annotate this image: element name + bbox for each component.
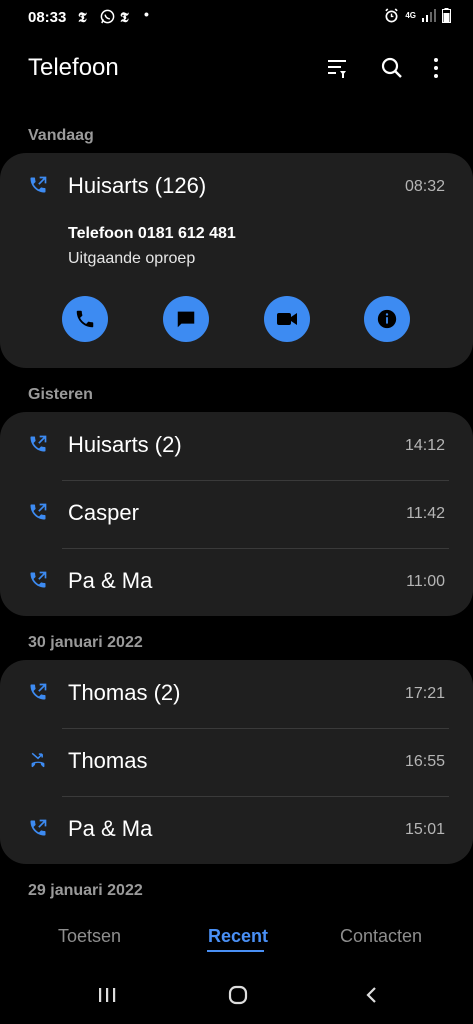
section-header-today: Vandaag xyxy=(28,127,94,144)
app-bar: Telefoon xyxy=(0,40,473,96)
call-time: 17:21 xyxy=(404,685,445,702)
section-header-jan29: 29 januari 2022 xyxy=(28,882,143,899)
call-group-card: Thomas (2) 17:21 Thomas 16:55 Pa & Ma 15… xyxy=(0,660,473,864)
tab-keypad[interactable]: Toetsen xyxy=(58,926,121,947)
contact-info-button[interactable] xyxy=(364,296,410,342)
call-time: 16:55 xyxy=(404,753,445,770)
contact-name: Huisarts (2) xyxy=(68,432,182,457)
system-navigation-bar xyxy=(0,970,473,1024)
outgoing-call-icon xyxy=(30,435,47,452)
section-header-jan30: 30 januari 2022 xyxy=(28,634,143,651)
filter-icon[interactable] xyxy=(325,56,349,80)
call-row[interactable]: Huisarts (126) 08:32 xyxy=(0,153,473,221)
contact-name: Casper xyxy=(68,500,139,525)
expanded-call-card[interactable]: Huisarts (126) 08:32 Telefoon 0181 612 4… xyxy=(0,153,473,368)
outgoing-call-icon xyxy=(30,683,47,700)
outgoing-call-icon xyxy=(30,503,47,520)
network-type-label: 4G xyxy=(405,10,416,20)
recent-apps-icon[interactable] xyxy=(97,985,117,1010)
alarm-icon xyxy=(385,8,399,23)
contact-name: Thomas xyxy=(68,748,148,773)
missed-call-icon xyxy=(31,752,45,768)
call-time: 15:01 xyxy=(404,821,445,838)
call-time: 08:32 xyxy=(404,178,445,195)
call-row[interactable]: Pa & Ma 11:00 xyxy=(0,548,473,616)
signal-icon xyxy=(422,9,436,22)
newspaper-app-icon-2: 𝕿 xyxy=(120,9,129,25)
status-bar: 08:33 𝕿 𝕿 • 4G xyxy=(0,0,473,36)
more-notifications-dot: • xyxy=(144,6,149,22)
outgoing-call-icon xyxy=(30,571,47,588)
call-row[interactable]: Casper 11:42 xyxy=(0,480,473,548)
status-time: 08:33 xyxy=(28,9,67,26)
call-time: 11:00 xyxy=(406,573,445,590)
outgoing-call-icon xyxy=(30,819,47,836)
video-call-button[interactable] xyxy=(264,296,310,342)
whatsapp-icon xyxy=(100,9,115,27)
video-camera-icon xyxy=(277,313,297,325)
call-row[interactable]: Thomas 16:55 xyxy=(0,728,473,796)
message-button[interactable] xyxy=(163,296,209,342)
search-icon[interactable] xyxy=(380,56,404,80)
call-button[interactable] xyxy=(62,296,108,342)
page-title: Telefoon xyxy=(28,54,119,81)
call-group-card: Huisarts (2) 14:12 Casper 11:42 Pa & Ma … xyxy=(0,412,473,616)
phone-icon xyxy=(76,310,94,328)
active-tab-indicator xyxy=(207,950,264,952)
outgoing-call-icon xyxy=(30,176,47,193)
phone-number-label: Telefoon 0181 612 481 xyxy=(68,225,236,242)
tab-recent[interactable]: Recent xyxy=(208,926,268,947)
status-right-group: 4G xyxy=(384,8,451,23)
info-icon xyxy=(377,309,397,329)
home-icon[interactable] xyxy=(228,985,248,1010)
contact-name: Thomas (2) xyxy=(68,680,181,705)
contact-name: Pa & Ma xyxy=(68,816,153,841)
message-icon xyxy=(177,311,195,328)
bottom-tab-bar: Toetsen Recent Contacten xyxy=(0,920,473,960)
call-type-label: Uitgaande oproep xyxy=(68,250,196,267)
call-row[interactable]: Thomas (2) 17:21 xyxy=(0,660,473,728)
call-time: 14:12 xyxy=(404,437,445,454)
contact-name: Huisarts (126) xyxy=(68,173,207,198)
newspaper-app-icon: 𝕿 xyxy=(78,9,87,25)
back-icon[interactable] xyxy=(362,985,382,1010)
call-row[interactable]: Huisarts (2) 14:12 xyxy=(0,412,473,480)
section-header-yesterday: Gisteren xyxy=(28,386,93,403)
call-time: 11:42 xyxy=(406,505,445,522)
battery-icon xyxy=(442,8,451,23)
contact-name: Pa & Ma xyxy=(68,568,153,593)
call-row[interactable]: Pa & Ma 15:01 xyxy=(0,796,473,864)
tab-contacts[interactable]: Contacten xyxy=(340,926,422,947)
more-options-icon[interactable] xyxy=(424,56,448,80)
